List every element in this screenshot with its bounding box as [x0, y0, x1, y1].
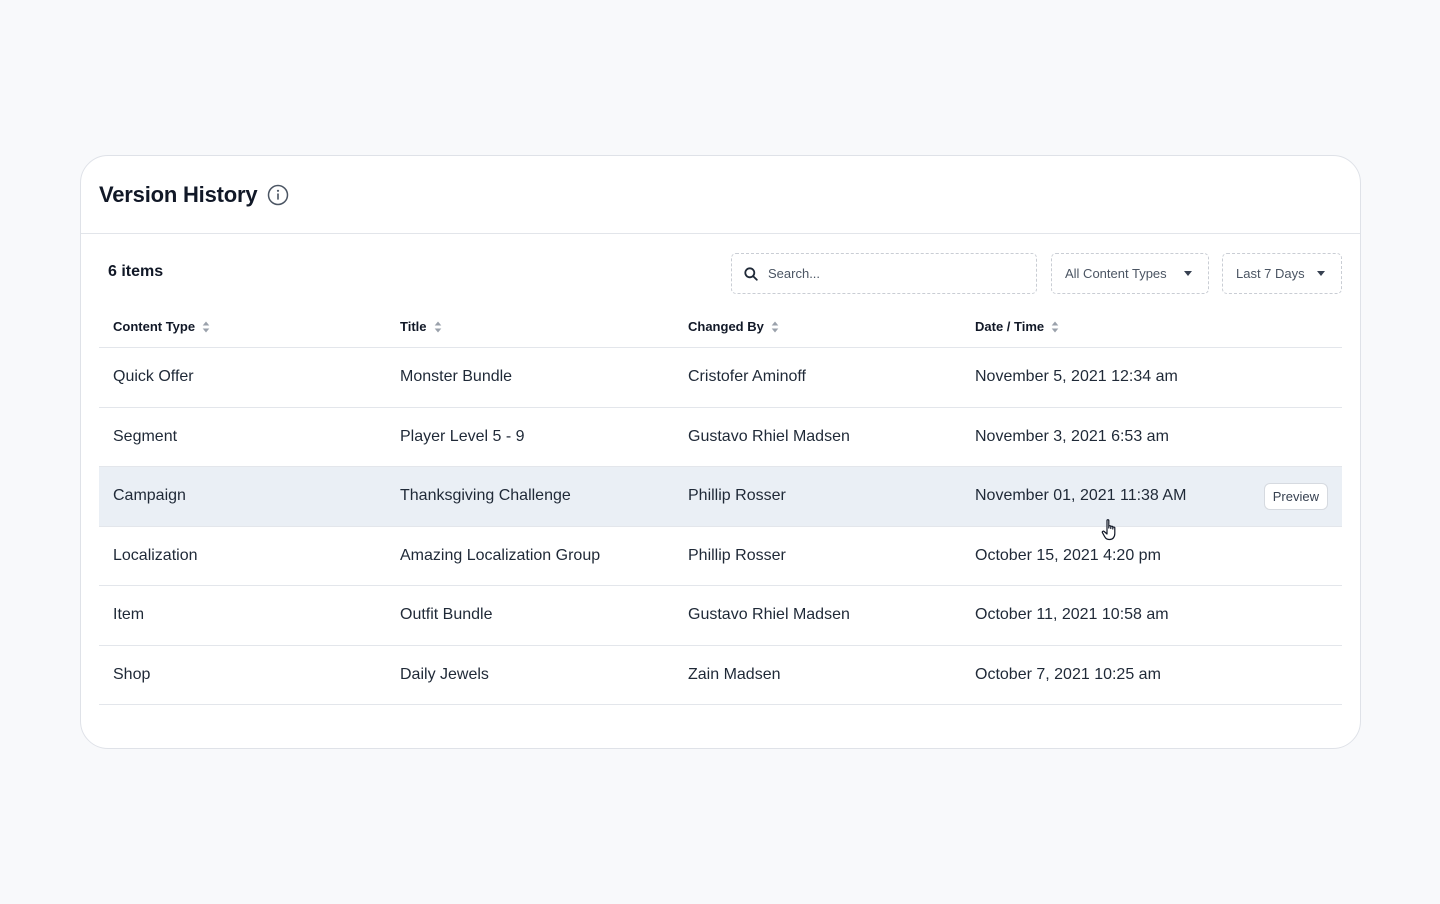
table-row-hovered[interactable]: Campaign Thanksgiving Challenge Phillip … [99, 467, 1342, 527]
column-header-label: Date / Time [975, 319, 1045, 334]
info-circle-icon[interactable] [267, 184, 289, 206]
version-history-card: Version History 6 items All Content Type… [80, 155, 1361, 749]
cell-title: Outfit Bundle [400, 606, 493, 623]
sort-icon[interactable] [202, 321, 210, 333]
sort-icon[interactable] [1051, 321, 1059, 333]
cell-date-time: November 3, 2021 6:53 am [975, 427, 1169, 445]
cell-title: Monster Bundle [400, 368, 513, 385]
cell-date-time: October 7, 2021 10:25 am [975, 665, 1161, 683]
table-row[interactable]: Localization Amazing Localization Group … [99, 527, 1342, 586]
column-header-title[interactable]: Title [400, 319, 442, 334]
caret-down-icon [1317, 271, 1325, 276]
table-row[interactable]: Segment Player Level 5 - 9 Gustavo Rhiel… [99, 408, 1342, 467]
hand-cursor-icon [1101, 518, 1121, 542]
cell-title: Amazing Localization Group [400, 546, 601, 564]
search-input[interactable] [768, 266, 1008, 281]
cell-content-type: Item [113, 606, 145, 623]
cell-changed-by: Phillip Rosser [688, 546, 786, 564]
cell-title: Thanksgiving Challenge [400, 487, 571, 504]
sort-icon[interactable] [434, 321, 442, 333]
search-field[interactable] [731, 253, 1037, 294]
table-row[interactable]: Item Outfit Bundle Gustavo Rhiel Madsen … [99, 586, 1342, 646]
column-header-changed-by[interactable]: Changed By [688, 319, 779, 334]
cell-title: Daily Jewels [400, 665, 489, 683]
preview-button[interactable]: Preview [1263, 483, 1328, 510]
column-header-date-time[interactable]: Date / Time [975, 319, 1059, 334]
column-header-label: Changed By [688, 319, 764, 334]
card-header: Version History [81, 156, 1360, 234]
cell-content-type: Localization [113, 546, 198, 564]
cell-date-time: October 11, 2021 10:58 am [975, 606, 1169, 623]
item-count: 6 items [108, 263, 164, 280]
sort-icon[interactable] [771, 321, 779, 333]
cell-changed-by: Gustavo Rhiel Madsen [688, 427, 850, 445]
table-row[interactable]: Quick Offer Monster Bundle Cristofer Ami… [99, 348, 1342, 408]
caret-down-icon [1184, 271, 1192, 276]
content-type-dropdown[interactable]: All Content Types [1051, 253, 1209, 294]
cell-content-type: Quick Offer [113, 368, 194, 385]
cell-content-type: Campaign [113, 487, 186, 504]
cell-content-type: Segment [113, 427, 178, 445]
cell-date-time: November 01, 2021 11:38 AM [975, 487, 1187, 504]
date-range-dropdown-label: Last 7 Days [1236, 266, 1305, 281]
date-range-dropdown[interactable]: Last 7 Days [1222, 253, 1342, 294]
cell-date-time: November 5, 2021 12:34 am [975, 368, 1178, 385]
table-header-row: Content Type Title Changed By Date / Tim… [99, 306, 1342, 348]
search-icon [744, 266, 758, 281]
cell-title: Player Level 5 - 9 [400, 427, 525, 445]
cell-changed-by: Phillip Rosser [688, 487, 786, 504]
cell-changed-by: Zain Madsen [688, 665, 781, 683]
cell-content-type: Shop [113, 665, 151, 683]
cell-changed-by: Cristofer Aminoff [688, 368, 806, 385]
column-header-label: Title [400, 319, 427, 334]
version-history-table: Content Type Title Changed By Date / Tim… [99, 306, 1342, 705]
table-row[interactable]: Shop Daily Jewels Zain Madsen October 7,… [99, 646, 1342, 705]
column-header-label: Content Type [113, 319, 196, 334]
table-toolbar: 6 items All Content Types Last 7 Days [81, 253, 1360, 294]
column-header-content-type[interactable]: Content Type [113, 319, 210, 334]
content-type-dropdown-label: All Content Types [1065, 266, 1167, 281]
page-title: Version History [99, 181, 258, 207]
cell-changed-by: Gustavo Rhiel Madsen [688, 606, 850, 623]
cell-date-time: October 15, 2021 4:20 pm [975, 546, 1161, 564]
